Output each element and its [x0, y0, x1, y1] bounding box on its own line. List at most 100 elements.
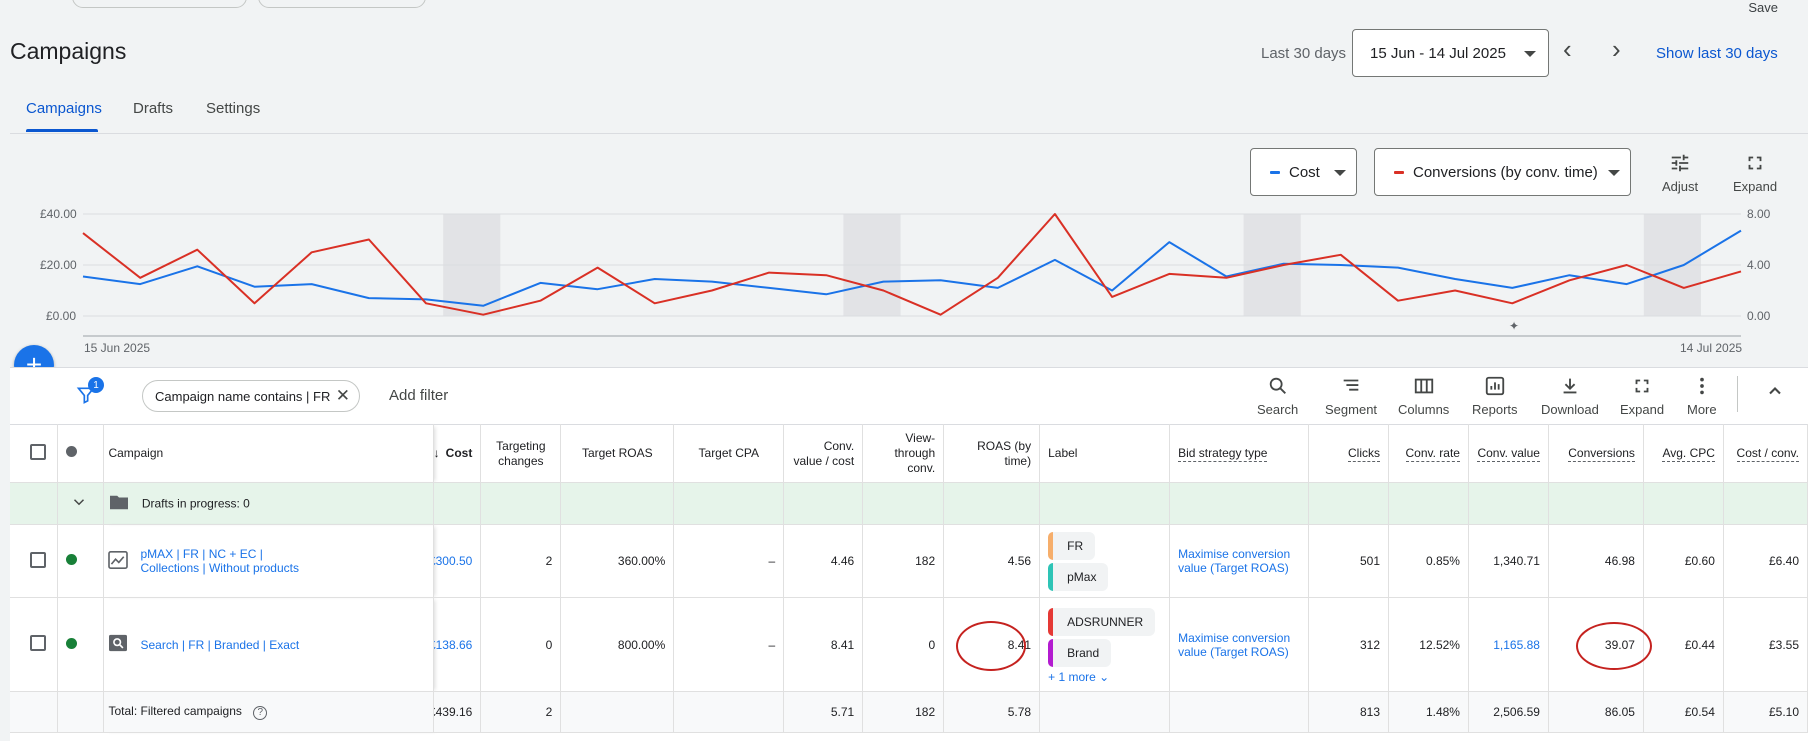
reports-label: Reports	[1472, 402, 1518, 417]
filter-count-badge: 1	[88, 377, 104, 393]
total-roas-cell: 5.78	[943, 691, 1041, 733]
table-expand-button[interactable]: Expand	[1620, 375, 1664, 417]
performance-line-chart: ✦	[82, 213, 1742, 337]
reports-button[interactable]: Reports	[1472, 375, 1518, 417]
bid-strategy-cell[interactable]: Maximise conversion value (Target ROAS)	[1169, 597, 1310, 692]
label-chip-adsrunner[interactable]: ADSRUNNER	[1048, 608, 1156, 636]
chevron-down-icon[interactable]	[57, 482, 105, 525]
campaign-header[interactable]: Campaign	[103, 424, 435, 483]
conv-rate-cell: 0.85%	[1388, 524, 1469, 598]
view-through-header[interactable]: View-through conv.	[862, 424, 945, 483]
search-icon	[1269, 377, 1286, 394]
add-filter-button[interactable]: Add filter	[389, 387, 448, 404]
annotation-circle	[1575, 622, 1652, 670]
roas-cell: 4.56	[943, 524, 1041, 598]
conv-rate-header[interactable]: Conv. rate	[1388, 424, 1469, 483]
segment-button[interactable]: Segment	[1325, 375, 1377, 417]
cost-conv-cell: £3.55	[1723, 597, 1808, 692]
label-chip-brand[interactable]: Brand	[1048, 639, 1112, 667]
clicks-header[interactable]: Clicks	[1308, 424, 1389, 483]
select-all-checkbox[interactable]	[30, 443, 46, 460]
view-through-cell: 182	[862, 524, 945, 598]
avg-cpc-cell: £0.60	[1643, 524, 1724, 598]
search-button[interactable]: Search	[1257, 375, 1298, 417]
columns-label: Columns	[1398, 402, 1450, 417]
status-dot-icon	[66, 446, 78, 457]
fullscreen-icon	[1635, 379, 1649, 393]
label-pmax-swatch	[1048, 562, 1054, 591]
roas-header[interactable]: ROAS (by time)	[943, 424, 1041, 483]
more-label: More	[1687, 402, 1717, 417]
targeting-changes-header[interactable]: Targeting changes	[480, 424, 562, 483]
total-label-cell: Total: Filtered campaigns ?	[103, 691, 435, 733]
row-checkbox[interactable]	[30, 635, 46, 651]
conversions-cell: 39.07	[1548, 597, 1652, 692]
cost-cell[interactable]: £138.66	[433, 597, 482, 692]
target-roas-header[interactable]: Target ROAS	[560, 424, 675, 483]
cost-cell[interactable]: £300.50	[433, 524, 482, 598]
more-vert-icon	[1699, 377, 1704, 395]
target-roas-cell: 360.00%	[560, 524, 675, 598]
table-row[interactable]: Search | FR | Branded | Exact £138.66 0 …	[10, 597, 1808, 692]
total-view-through-cell: 182	[862, 691, 945, 733]
more-button[interactable]: More	[1687, 375, 1717, 417]
label-fr-swatch	[1048, 531, 1054, 560]
campaign-name-link[interactable]: Search | FR | Branded | Exact	[140, 638, 299, 652]
label-header[interactable]: Label	[1039, 424, 1171, 483]
download-button[interactable]: Download	[1541, 375, 1599, 417]
enabled-status-dot	[66, 637, 78, 649]
roas-cell: 8.41	[943, 597, 1041, 692]
conversions-header[interactable]: Conversions	[1548, 424, 1644, 483]
total-cost-cell: £439.16	[433, 691, 482, 733]
campaign-name-link[interactable]: pMAX | FR | NC + EC | Collections | With…	[140, 547, 310, 575]
more-labels-link[interactable]: + 1 more ⌄	[1048, 670, 1161, 684]
clicks-cell: 312	[1308, 597, 1389, 692]
campaign-cell[interactable]: Search | FR | Branded | Exact	[103, 597, 435, 692]
total-row: Total: Filtered campaigns ? £439.16 2 5.…	[10, 691, 1808, 733]
cost-header[interactable]: ↓ Cost	[433, 424, 482, 483]
label-cell[interactable]: FR pMax	[1039, 524, 1171, 598]
label-chip-pmax[interactable]: pMax	[1048, 562, 1109, 591]
target-roas-cell: 800.00%	[560, 597, 675, 692]
collapse-chevron-up-icon[interactable]	[1765, 381, 1785, 406]
download-icon	[1563, 378, 1577, 394]
bid-strategy-header[interactable]: Bid strategy type	[1169, 424, 1310, 483]
total-conversions-cell: 86.05	[1548, 691, 1644, 733]
sort-down-icon: ↓	[433, 446, 440, 460]
conversions-cell: 46.98	[1548, 524, 1644, 598]
columns-button[interactable]: Columns	[1398, 375, 1449, 417]
label-cell[interactable]: ADSRUNNER Brand + 1 more ⌄	[1039, 597, 1171, 692]
label-brand-swatch	[1048, 639, 1054, 667]
targeting-changes-cell: 0	[480, 597, 562, 692]
bar-chart-icon	[1485, 376, 1504, 396]
total-conv-value-cost-cell: 5.71	[783, 691, 864, 733]
conv-value-header[interactable]: Conv. value	[1468, 424, 1549, 483]
total-clicks-cell: 813	[1308, 691, 1389, 733]
conv-value-cost-header[interactable]: Conv. value / cost	[783, 424, 864, 483]
target-cpa-header[interactable]: Target CPA	[673, 424, 785, 483]
conv-value-cost-cell: 4.46	[783, 524, 864, 598]
annotation-circle	[956, 621, 1027, 671]
drafts-row[interactable]: Drafts in progress: 0	[10, 482, 1808, 525]
table-row[interactable]: pMAX | FR | NC + EC | Collections | With…	[10, 524, 1808, 598]
search-label: Search	[1257, 402, 1299, 417]
filter-chip[interactable]: Campaign name contains | FR ✕	[142, 380, 360, 412]
avg-cpc-header[interactable]: Avg. CPC	[1643, 424, 1724, 483]
conv-value-cell[interactable]: 1,165.88	[1468, 597, 1549, 692]
total-avg-cpc-cell: £0.54	[1643, 691, 1724, 733]
toolbar-divider	[1737, 376, 1738, 412]
close-icon[interactable]: ✕	[336, 386, 350, 406]
total-conv-rate-cell: 1.48%	[1388, 691, 1469, 733]
cost-conv-header[interactable]: Cost / conv.	[1723, 424, 1808, 483]
row-checkbox[interactable]	[30, 551, 46, 568]
help-icon[interactable]: ?	[253, 706, 268, 720]
annotation-marker-icon: ✦	[1509, 319, 1519, 333]
campaign-cell[interactable]: pMAX | FR | NC + EC | Collections | With…	[103, 524, 435, 598]
select-all-cell[interactable]	[10, 424, 59, 483]
conv-rate-cell: 12.52%	[1388, 597, 1469, 692]
label-chip-fr[interactable]: FR	[1048, 531, 1096, 560]
label-adsrunner-swatch	[1048, 608, 1054, 636]
filter-icon[interactable]: 1	[76, 377, 104, 410]
series-line-cost	[82, 229, 1742, 307]
bid-strategy-cell[interactable]: Maximise conversion value (Target ROAS)	[1169, 524, 1310, 598]
